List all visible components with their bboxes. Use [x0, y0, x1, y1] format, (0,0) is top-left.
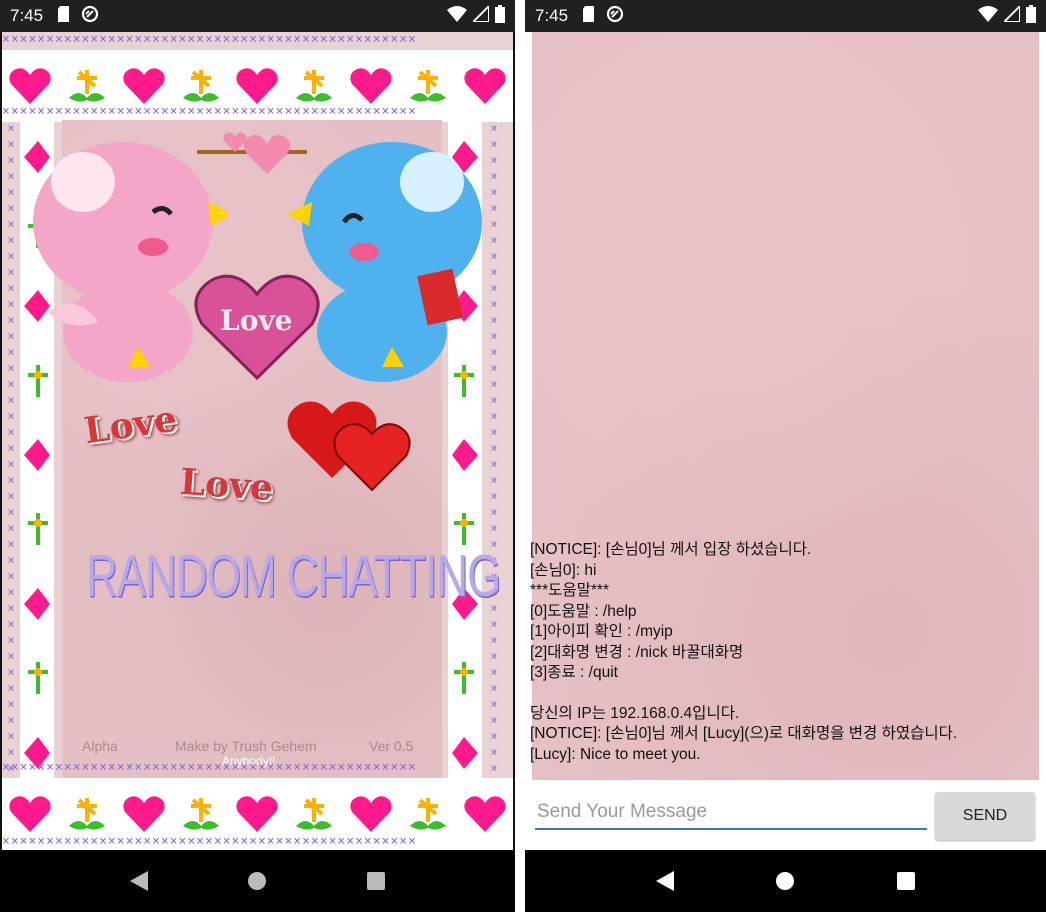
love-text-2: Love	[178, 460, 275, 510]
small-hearts-icon	[223, 132, 291, 174]
home-button[interactable]	[237, 861, 277, 901]
send-button[interactable]: SEND	[935, 792, 1035, 840]
status-time: 7:45	[535, 6, 569, 25]
phone-left-splash: 7:45 ×××××××××××××××××××××××××××××××××××…	[0, 0, 515, 912]
heart-icon	[463, 68, 506, 104]
nav-bar	[525, 850, 1046, 912]
footer-alpha: Alpha	[82, 738, 118, 754]
heart-love-label: Love	[220, 304, 293, 337]
chat-message: [2]대화명 변경 : /nick 바꿀대화명	[530, 643, 744, 661]
flower-icon	[182, 70, 219, 102]
signal-icon	[1001, 3, 1021, 27]
chat-message: [Lucy]: Nice to meet you.	[530, 745, 701, 763]
chat-log: [NOTICE]: [손님0]님 께서 입장 하셨습니다. [손님0]: hi …	[530, 540, 1035, 765]
back-icon	[656, 871, 675, 891]
recents-button[interactable]	[886, 861, 926, 901]
back-icon	[130, 871, 149, 891]
chat-message: ***도움말***	[530, 582, 609, 599]
home-icon	[776, 872, 795, 890]
cross-stitch-row: ××××××××××××××××××××××××××××××××××××××××…	[2, 32, 417, 47]
sd-card-icon	[582, 5, 596, 27]
footer-version: Ver 0.5	[369, 738, 414, 754]
recents-icon	[366, 872, 385, 890]
heart-icon	[350, 68, 392, 104]
message-input-bar: SEND	[532, 780, 1039, 846]
app-title: RANDOM CHATTING	[86, 543, 501, 610]
back-button[interactable]	[645, 861, 685, 901]
chat-message: [3]종료 : /quit	[530, 664, 618, 681]
phone-right-chat: 7:45 [NOTICE]: [손님0]님 께서 입장 하셨습니다. [손님0]…	[525, 0, 1046, 912]
signal-icon	[470, 3, 490, 27]
cross-stitch-row: ××××××××××××××××××××××××××××××××××××××××…	[2, 834, 417, 849]
sync-icon	[606, 5, 624, 28]
sd-card-icon	[57, 5, 71, 27]
chat-message-blank	[530, 684, 1035, 704]
flower-icon	[296, 70, 333, 102]
cross-stitch-row: ××××××××××××××××××××××××××××××××××××××××…	[2, 104, 417, 119]
flower-icon	[409, 70, 446, 102]
chat-message: 당신의 IP는 192.168.0.4입니다.	[530, 704, 740, 722]
status-bar: 7:45	[525, 0, 1046, 32]
sync-icon	[81, 5, 99, 28]
status-bar: 7:45	[0, 0, 515, 32]
back-button[interactable]	[119, 861, 159, 901]
splash-screen: ××××××××××××××××××××××××××××××××××××××××…	[2, 32, 513, 850]
heart-icon	[236, 68, 279, 104]
nav-bar	[0, 850, 515, 912]
heart-icon	[123, 68, 165, 104]
cross-stitch-column: × × × × × × × × × × × × × × × × × × × × × × × × × × × × × × × × × × × × × × × ×…	[7, 121, 15, 790]
home-icon	[248, 872, 267, 890]
cross-stitch-row: ××××××××××××××××××××××××××××××××××××××××…	[2, 760, 417, 775]
love-heart-badge: Love	[192, 272, 322, 382]
wifi-icon	[978, 5, 998, 27]
home-button[interactable]	[765, 861, 805, 901]
flower-icon	[69, 70, 106, 102]
recents-icon	[896, 872, 915, 890]
red-hearts-icon	[287, 401, 411, 492]
recents-button[interactable]	[356, 861, 396, 901]
message-input[interactable]	[535, 796, 927, 830]
chat-message: [0]도움말 : /help	[530, 602, 637, 620]
chat-message: [NOTICE]: [손님0]님 께서 [Lucy](으)로 대화명을 변경 하…	[530, 725, 958, 742]
wifi-icon	[447, 5, 467, 27]
heart-icon	[9, 68, 52, 104]
status-time: 7:45	[10, 6, 44, 25]
battery-icon	[1026, 4, 1036, 28]
chat-message: [NOTICE]: [손님0]님 께서 입장 하셨습니다.	[530, 541, 812, 558]
chat-message: [1]아이피 확인 : /myip	[530, 623, 673, 640]
battery-icon	[495, 4, 505, 28]
footer-credit: Make by Trush Gehem	[175, 738, 317, 754]
chat-message: [손님0]: hi	[530, 561, 597, 579]
